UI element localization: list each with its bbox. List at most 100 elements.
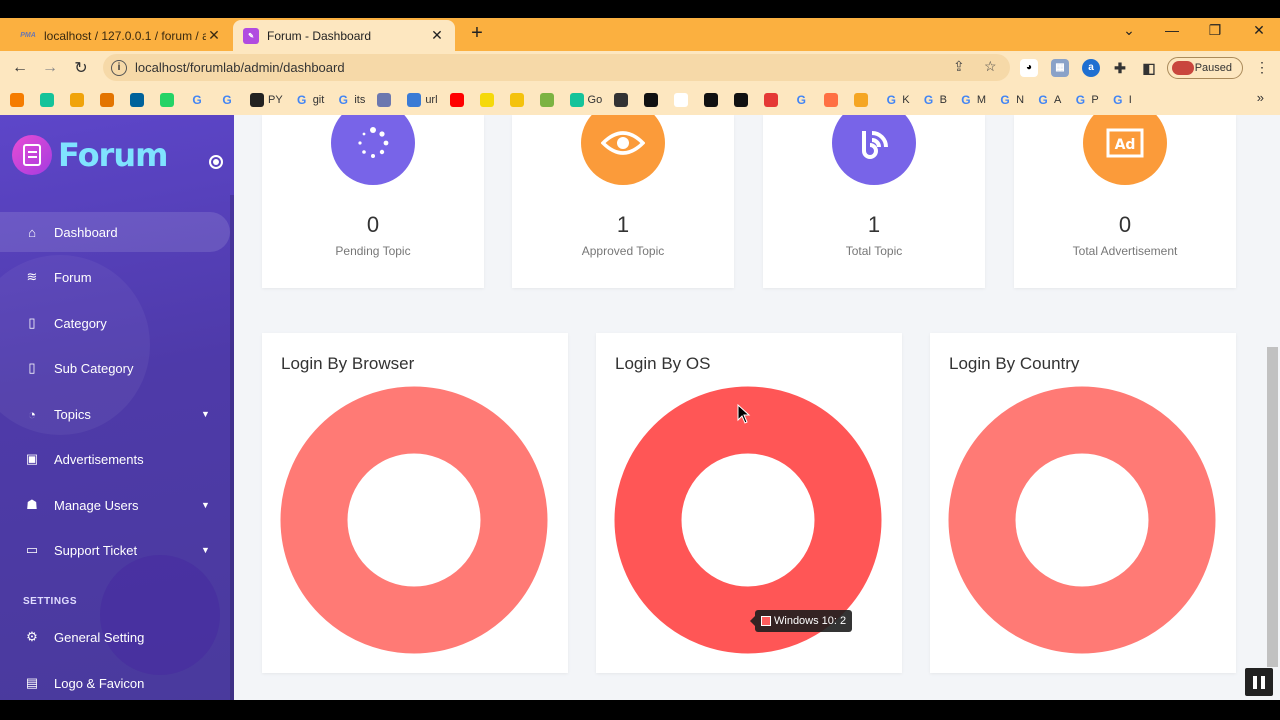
bookmark-item[interactable]: Go: [569, 92, 602, 107]
sidebar-item-forum[interactable]: ≋ Forum: [0, 257, 230, 297]
box-icon: [614, 92, 629, 107]
sidebar-item-topics[interactable]: ◔ Topics ▼: [0, 394, 230, 434]
more-bookmarks-icon[interactable]: »: [1257, 90, 1264, 105]
new-tab-button[interactable]: +: [466, 22, 488, 45]
bookmark-item[interactable]: [10, 92, 28, 107]
users-icon: ☗: [26, 497, 38, 512]
google-icon: G: [923, 92, 934, 107]
bookmark-item[interactable]: [704, 92, 722, 107]
sidebar-item-category[interactable]: ▯ Category: [0, 303, 230, 343]
bookmark-item[interactable]: GK: [884, 92, 910, 107]
extensions-puzzle-icon[interactable]: ✚: [1111, 59, 1129, 77]
bookmark-item[interactable]: GP: [1073, 93, 1099, 107]
panda-extension-icon[interactable]: ◕: [1020, 59, 1038, 77]
chart-title: Login By OS: [615, 354, 711, 373]
video-pause-button[interactable]: [1245, 668, 1273, 696]
close-icon[interactable]: ✕: [429, 27, 445, 44]
bookmark-item[interactable]: Gits: [336, 93, 366, 107]
forum-favicon-icon: ✎: [243, 27, 259, 44]
bookmark-item[interactable]: [70, 92, 88, 107]
bookmark-item[interactable]: [100, 92, 118, 107]
page-scrollbar[interactable]: [1266, 115, 1280, 700]
side-panel-icon[interactable]: ◧: [1140, 59, 1158, 77]
bookmark-item[interactable]: G: [190, 93, 208, 107]
bookmark-item[interactable]: GM: [959, 93, 986, 107]
chrome-menu-icon[interactable]: ⋮: [1255, 59, 1269, 76]
wave-icon: [407, 92, 422, 107]
bookmark-item[interactable]: Ggit: [295, 93, 324, 107]
a-extension-icon[interactable]: a: [1082, 59, 1100, 77]
google-icon: G: [886, 92, 896, 107]
bookmark-item[interactable]: [674, 92, 692, 107]
bookmark-item[interactable]: [160, 92, 178, 107]
brand-logo[interactable]: Forum: [12, 135, 168, 175]
bookmark-item[interactable]: [449, 92, 468, 107]
bookmark-item[interactable]: GB: [922, 93, 947, 107]
tab-phpmyadmin[interactable]: PMA localhost / 127.0.0.1 / forum / ad ✕: [10, 20, 232, 51]
stat-card-approved-topic: 1 Approved Topic: [512, 115, 734, 288]
sidebar-item-logo-favicon[interactable]: ▤ Logo & Favicon: [0, 663, 230, 700]
donut-chart-country[interactable]: [948, 385, 1216, 655]
circle-icon: [539, 92, 554, 107]
bookmark-item[interactable]: [644, 92, 662, 107]
back-button[interactable]: ←: [8, 56, 32, 80]
sidebar-toggle-icon[interactable]: [209, 155, 223, 169]
stat-value: 1: [867, 212, 881, 237]
svg-text:Ad: Ad: [1115, 137, 1136, 153]
sidebar-item-support-ticket[interactable]: ▭ Support Ticket ▼: [0, 530, 230, 570]
grammarly-icon: [40, 92, 54, 107]
close-icon[interactable]: ✕: [206, 27, 222, 44]
chart-card-login-by-browser: Login By Browser: [262, 333, 568, 673]
figure-icon: [674, 92, 689, 107]
bookmark-item[interactable]: GI: [1111, 93, 1132, 107]
bookmark-item[interactable]: [734, 92, 752, 107]
bookmark-item[interactable]: url: [407, 92, 438, 107]
bookmark-star-icon[interactable]: ☆: [984, 58, 997, 75]
profile-paused-button[interactable]: Paused: [1167, 57, 1243, 79]
sidebar-item-general-setting[interactable]: ⚙ General Setting: [0, 617, 230, 657]
sidebar-item-label: Topics: [54, 406, 91, 422]
donut-ring: [948, 386, 1216, 654]
bookmark-item[interactable]: PY: [250, 92, 283, 107]
sidebar-item-advertisements[interactable]: ▣ Advertisements: [0, 439, 230, 479]
bookmark-item[interactable]: [40, 92, 58, 107]
restore-button[interactable]: ❐: [1200, 22, 1230, 39]
bookmark-item[interactable]: [764, 92, 782, 107]
tab-search-icon[interactable]: ⌄: [1114, 22, 1144, 39]
site-info-icon[interactable]: i: [111, 59, 127, 76]
bookmark-item[interactable]: [377, 92, 395, 107]
sidebar-item-label: Advertisements: [54, 451, 144, 467]
reload-button[interactable]: ↻: [69, 56, 93, 80]
donut-ring: [280, 386, 548, 654]
bookmark-item[interactable]: GN: [998, 93, 1024, 107]
bookmark-item[interactable]: G: [794, 93, 812, 107]
rss-icon: ◔: [28, 406, 36, 422]
scrollbar-thumb[interactable]: [1267, 347, 1278, 667]
sidebar-item-dashboard[interactable]: ⌂ Dashboard: [0, 212, 230, 252]
google-icon: G: [222, 92, 232, 107]
image-extension-icon[interactable]: ▦: [1051, 59, 1069, 77]
window-close-button[interactable]: ✕: [1244, 22, 1274, 39]
bookmark-item[interactable]: [854, 92, 872, 107]
bookmark-item[interactable]: [479, 92, 498, 107]
bookmark-item[interactable]: [130, 92, 148, 107]
bookmark-item[interactable]: [614, 92, 632, 107]
address-bar[interactable]: i localhost/forumlab/admin/dashboard ⇪ ☆: [103, 54, 1010, 81]
donut-chart-browser[interactable]: [280, 385, 548, 655]
minimize-button[interactable]: —: [1157, 22, 1187, 38]
tab-forum-dashboard[interactable]: ✎ Forum - Dashboard ✕: [233, 20, 455, 51]
sidebar-item-manage-users[interactable]: ☗ Manage Users ▼: [0, 485, 230, 525]
google-icon: G: [961, 92, 971, 107]
grammarly-icon: [569, 92, 584, 107]
bookmark-item[interactable]: [539, 92, 558, 107]
share-icon[interactable]: ⇪: [953, 58, 965, 75]
mouse-cursor-icon: [737, 404, 751, 424]
red-circle-icon: [764, 92, 779, 107]
bookmark-item[interactable]: [824, 92, 842, 107]
sidebar-item-sub-category[interactable]: ▯ Sub Category: [0, 348, 230, 388]
bookmark-item[interactable]: G: [220, 93, 238, 107]
forward-button[interactable]: →: [38, 56, 62, 80]
bookmark-label: PY: [268, 93, 283, 106]
bookmark-item[interactable]: [509, 92, 528, 107]
bookmark-item[interactable]: GA: [1036, 93, 1061, 107]
